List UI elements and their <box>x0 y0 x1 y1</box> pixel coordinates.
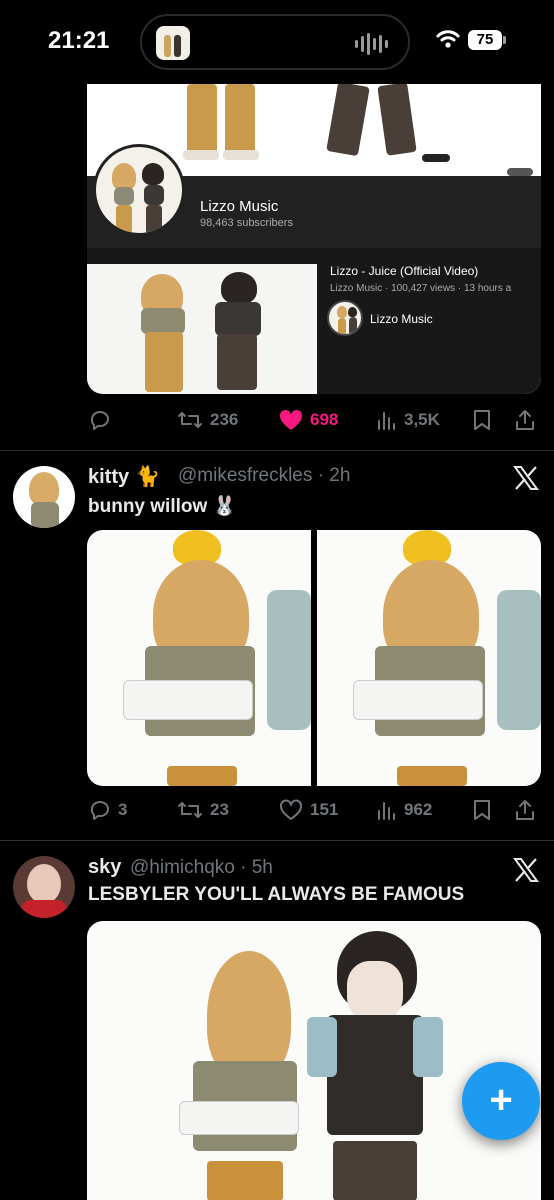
x-logo-icon <box>513 466 539 490</box>
reply-button[interactable]: 3 <box>88 790 127 830</box>
views-count: 962 <box>404 800 433 819</box>
views-button[interactable]: 962 <box>376 790 432 830</box>
share-icon <box>516 410 534 430</box>
status-bar: 21:21 75 <box>0 0 554 84</box>
display-name-text: kitty <box>88 466 130 488</box>
user-handle: @mikesfreckles <box>178 465 313 486</box>
retweet-count: 23 <box>210 800 229 819</box>
tweet-meta[interactable]: @himichqko · 5h <box>130 857 273 879</box>
tweet-time: · 5h <box>240 857 273 878</box>
avatar[interactable] <box>13 856 75 918</box>
share-button[interactable] <box>514 400 536 440</box>
tweet-divider <box>0 450 554 451</box>
tweet-image[interactable] <box>317 530 541 786</box>
subscriber-count: 98,463 subscribers <box>200 217 293 229</box>
bookmark-button[interactable] <box>472 400 492 440</box>
wifi-icon <box>436 30 460 48</box>
display-name[interactable]: sky <box>88 856 121 879</box>
like-button[interactable]: 151 <box>278 790 338 830</box>
views-count: 3,5K <box>404 410 440 429</box>
views-button[interactable]: 3,5K <box>376 400 440 440</box>
like-count: 698 <box>310 410 339 429</box>
views-icon <box>378 802 395 820</box>
reply-button[interactable] <box>88 400 118 440</box>
avatar[interactable] <box>13 466 75 528</box>
text-emoji: 🐰 <box>212 496 237 517</box>
tweet-divider <box>0 840 554 841</box>
battery-indicator: 75 <box>468 30 502 50</box>
tweet-text: bunny willow 🐰 <box>88 494 236 518</box>
reply-icon <box>90 411 109 430</box>
tweet-image[interactable] <box>87 530 311 786</box>
youtube-embed-card[interactable]: Lizzo Music 98,463 subscribers Lizzo - J… <box>87 84 541 394</box>
audio-wave-icon <box>355 33 388 55</box>
compose-plus-icon: + <box>489 1078 513 1122</box>
reply-count: 3 <box>118 800 128 819</box>
video-title[interactable]: Lizzo - Juice (Official Video) <box>330 264 478 278</box>
bookmark-icon <box>474 800 490 820</box>
tweet-time: · 2h <box>317 465 351 486</box>
heart-icon <box>280 799 302 820</box>
display-name[interactable]: kitty 🐈 <box>88 464 160 489</box>
views-icon <box>378 412 395 430</box>
channel-avatar[interactable] <box>93 144 185 236</box>
video-channel-name[interactable]: Lizzo Music <box>370 312 433 326</box>
tweet-text: LESBYLER YOU'LL ALWAYS BE FAMOUS <box>88 884 465 905</box>
like-button[interactable]: 698 <box>278 400 338 440</box>
compose-button[interactable]: + <box>462 1062 540 1140</box>
status-time: 21:21 <box>48 27 110 54</box>
retweet-button[interactable]: 23 <box>176 790 229 830</box>
name-emoji: 🐈 <box>135 466 161 488</box>
retweet-icon <box>178 802 202 818</box>
heart-icon <box>279 409 303 430</box>
bookmark-button[interactable] <box>472 790 492 830</box>
user-handle: @himichqko <box>130 857 235 878</box>
tweet-image[interactable] <box>87 921 541 1200</box>
bookmark-icon <box>474 410 490 430</box>
video-meta: Lizzo Music · 100,427 views · 13 hours a <box>330 283 512 294</box>
video-channel-avatar[interactable] <box>327 300 363 336</box>
x-logo-icon <box>513 858 539 882</box>
tweet-actions: 236 698 3,5K <box>0 400 554 440</box>
like-count: 151 <box>310 800 339 819</box>
retweet-count: 236 <box>210 410 239 429</box>
video-thumbnail[interactable] <box>87 264 317 394</box>
dynamic-island[interactable] <box>140 14 410 70</box>
channel-name[interactable]: Lizzo Music <box>200 198 278 215</box>
retweet-button[interactable]: 236 <box>176 400 238 440</box>
banner-pager <box>507 168 533 176</box>
tweet-meta[interactable]: @mikesfreckles · 2h <box>178 465 350 487</box>
tweet-text-content: bunny willow <box>88 496 208 517</box>
share-button[interactable] <box>514 790 536 830</box>
share-icon <box>516 800 534 820</box>
retweet-icon <box>178 412 202 428</box>
reply-icon <box>90 801 109 820</box>
battery-tip <box>503 36 506 44</box>
tweet-actions: 3 23 151 962 <box>0 790 554 830</box>
now-playing-artwork <box>156 26 190 60</box>
